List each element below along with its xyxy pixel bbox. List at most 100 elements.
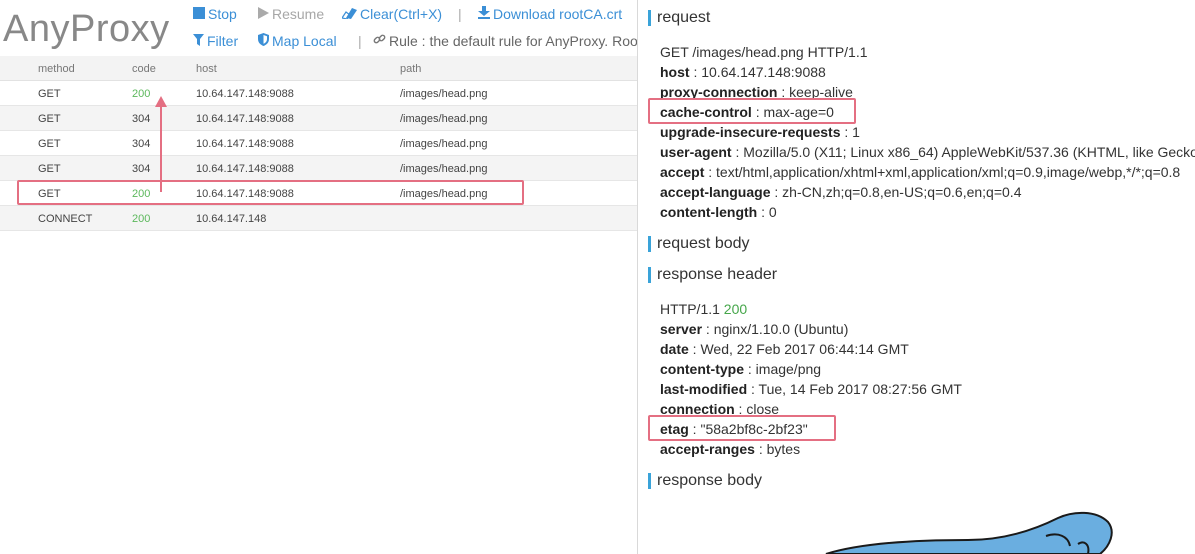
table-row[interactable]: GET 304 10.64.147.148:9088 /images/head.… <box>0 156 637 181</box>
filter-icon <box>193 33 204 49</box>
annotation-arrow-shaft <box>160 104 162 192</box>
header-value: image/png <box>755 361 822 377</box>
request-header-item: host : 10.64.147.148:9088 <box>660 64 826 80</box>
table-header: method code host path <box>0 56 637 81</box>
row-host: 10.64.147.148:9088 <box>196 138 294 150</box>
request-header-item: accept : text/html,application/xhtml+xml… <box>660 164 1181 180</box>
rule-label: Rule : the default rule for AnyProxy. Ro… <box>389 33 637 49</box>
row-code: 304 <box>132 163 151 175</box>
row-code: 200 <box>132 88 151 100</box>
download-icon <box>478 6 490 22</box>
map-local-button[interactable]: Map Local <box>258 33 337 49</box>
row-host: 10.64.147.148:9088 <box>196 88 294 100</box>
eraser-icon <box>341 6 357 22</box>
request-line: GET /images/head.png HTTP/1.1 <box>660 44 868 60</box>
app-logo: AnyProxy <box>3 8 170 50</box>
cache-control-highlight <box>648 98 856 124</box>
selected-row-highlight <box>17 180 524 205</box>
stop-button[interactable]: Stop <box>193 6 237 22</box>
clear-button[interactable]: Clear(Ctrl+X) <box>341 6 443 22</box>
request-header-item: user-agent : Mozilla/5.0 (X11; Linux x86… <box>660 144 1195 160</box>
request-detail-pane: request GET /images/head.png HTTP/1.1 ho… <box>637 0 1195 554</box>
response-header-item: content-type : image/png <box>660 361 822 377</box>
status-proto: HTTP/1.1 <box>660 301 720 317</box>
row-path: /images/head.png <box>400 113 488 125</box>
header-key: server <box>660 321 703 337</box>
row-code: 304 <box>132 113 151 125</box>
header-key: date <box>660 341 689 357</box>
resume-button[interactable]: Resume <box>258 6 324 22</box>
header-value: 0 <box>768 204 777 220</box>
row-code: 200 <box>132 213 151 225</box>
clear-label: Clear(Ctrl+X) <box>360 6 443 22</box>
section-request-body-title: request body <box>648 236 750 252</box>
header-value: 1 <box>852 124 860 140</box>
header-key: content-type <box>660 361 744 377</box>
rule-info: Rule : the default rule for AnyProxy. Ro… <box>373 33 637 49</box>
row-host: 10.64.147.148:9088 <box>196 113 294 125</box>
response-header-item: last-modified : Tue, 14 Feb 2017 08:27:5… <box>660 381 962 397</box>
header-key: upgrade-insecure-requests <box>660 124 841 140</box>
header-key: host <box>660 64 690 80</box>
link-icon <box>373 33 386 49</box>
table-row[interactable]: GET 200 10.64.147.148:9088 /images/head.… <box>0 81 637 106</box>
status-line: HTTP/1.1 200 <box>660 301 747 317</box>
map-local-label: Map Local <box>272 33 337 49</box>
header-value: 10.64.147.148:9088 <box>701 64 826 80</box>
row-method: GET <box>38 138 61 150</box>
annotation-arrow-head <box>155 96 167 107</box>
header-key: accept-language <box>660 184 771 200</box>
response-header-item: server : nginx/1.10.0 (Ubuntu) <box>660 321 849 337</box>
header-value: zh-CN,zh;q=0.8,en-US;q=0.6,en;q=0.4 <box>782 184 1022 200</box>
row-method: GET <box>38 163 61 175</box>
status-code: 200 <box>723 301 748 317</box>
column-path[interactable]: path <box>400 63 421 75</box>
download-rootca-button[interactable]: Download rootCA.crt <box>478 6 622 22</box>
request-header-item: accept-language : zh-CN,zh;q=0.8,en-US;q… <box>660 184 1022 200</box>
request-list-pane: AnyProxy Stop Resume Clear(Ctrl+X) | Dow… <box>0 0 637 554</box>
request-header-item: upgrade-insecure-requests : 1 <box>660 124 860 140</box>
header-value: Tue, 14 Feb 2017 08:27:56 GMT <box>758 381 962 397</box>
row-method: CONNECT <box>38 213 93 225</box>
resume-label: Resume <box>272 6 325 22</box>
header-key: accept-ranges <box>660 441 755 457</box>
header-key: last-modified <box>660 381 748 397</box>
row-code: 304 <box>132 138 151 150</box>
header-key: accept <box>660 164 705 180</box>
row-method: GET <box>38 113 61 125</box>
section-request-title: request <box>648 10 710 26</box>
header-key: user-agent <box>660 144 732 160</box>
header-value: nginx/1.10.0 (Ubuntu) <box>713 321 849 337</box>
header-key: content-length <box>660 204 758 220</box>
row-host: 10.64.147.148 <box>196 213 267 225</box>
response-image-preview <box>825 511 1113 554</box>
response-header-item: date : Wed, 22 Feb 2017 06:44:14 GMT <box>660 341 909 357</box>
row-path: /images/head.png <box>400 88 488 100</box>
filter-label: Filter <box>207 33 239 49</box>
filter-button[interactable]: Filter <box>193 33 238 49</box>
section-response-body-title: response body <box>648 473 762 489</box>
play-icon <box>258 6 269 22</box>
header-value: Wed, 22 Feb 2017 06:44:14 GMT <box>700 341 909 357</box>
section-response-header-title: response header <box>648 267 777 283</box>
row-path: /images/head.png <box>400 138 488 150</box>
header-value: Mozilla/5.0 (X11; Linux x86_64) AppleWeb… <box>743 144 1195 160</box>
row-host: 10.64.147.148:9088 <box>196 163 294 175</box>
stop-square-icon <box>193 6 205 22</box>
table-row[interactable]: GET 304 10.64.147.148:9088 /images/head.… <box>0 106 637 131</box>
header-value: text/html,application/xhtml+xml,applicat… <box>716 164 1181 180</box>
stop-label: Stop <box>208 6 237 22</box>
toolbar-separator: | <box>458 6 462 22</box>
column-code[interactable]: code <box>132 63 156 75</box>
toolbar-separator: | <box>358 33 362 49</box>
table-row[interactable]: GET 304 10.64.147.148:9088 /images/head.… <box>0 131 637 156</box>
column-method[interactable]: method <box>38 63 75 75</box>
header-value: bytes <box>766 441 801 457</box>
request-header-item: content-length : 0 <box>660 204 777 220</box>
etag-highlight <box>648 415 836 441</box>
shield-icon <box>258 33 269 49</box>
row-path: /images/head.png <box>400 163 488 175</box>
row-method: GET <box>38 88 61 100</box>
table-row[interactable]: CONNECT 200 10.64.147.148 <box>0 206 637 231</box>
column-host[interactable]: host <box>196 63 217 75</box>
